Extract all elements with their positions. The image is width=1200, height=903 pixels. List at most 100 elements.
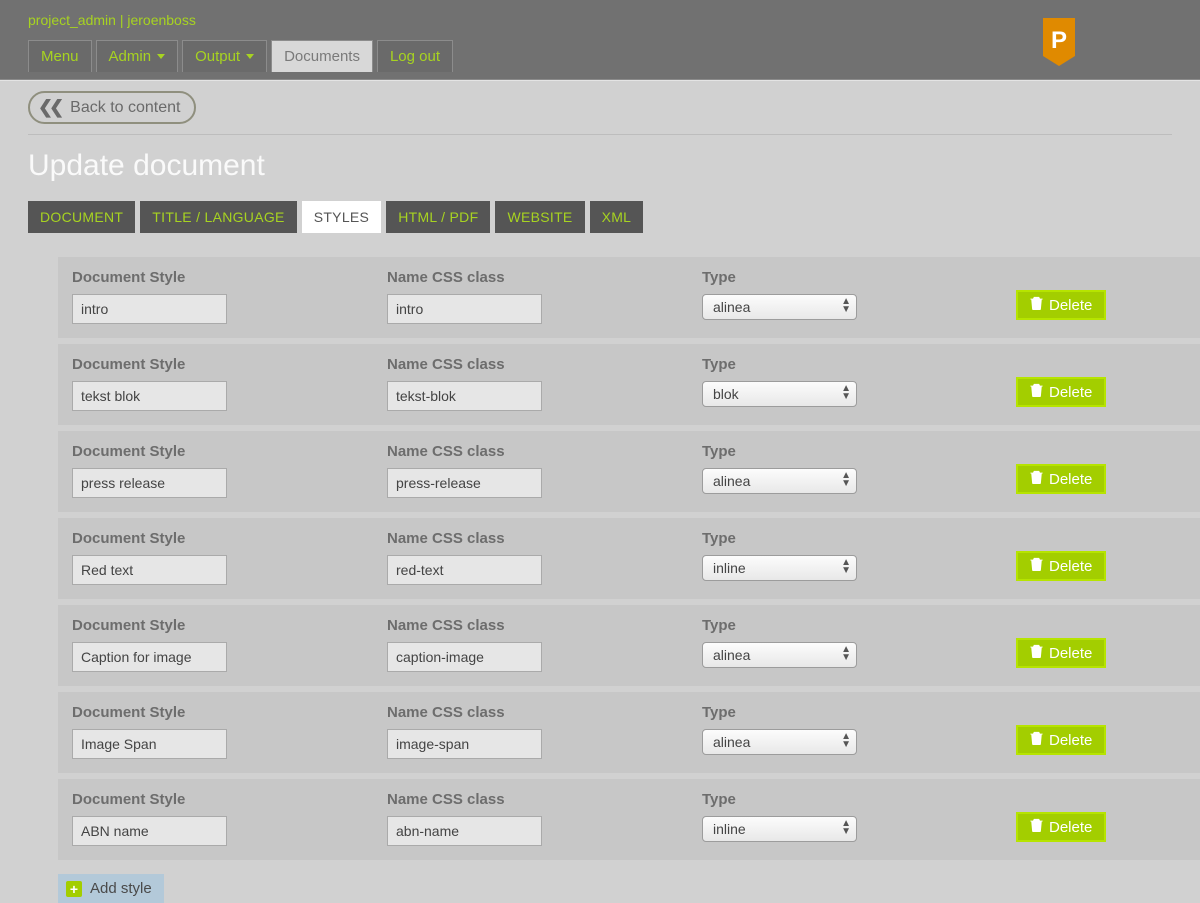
nav-item-menu[interactable]: Menu — [28, 40, 92, 72]
delete-button-label: Delete — [1049, 384, 1092, 401]
type-label: Type — [702, 704, 1017, 721]
document-style-input[interactable] — [72, 642, 227, 672]
nav-item-label: Menu — [41, 48, 79, 65]
css-class-input[interactable] — [387, 294, 542, 324]
document-style-input[interactable] — [72, 381, 227, 411]
document-style-input[interactable] — [72, 555, 227, 585]
plus-icon: + — [66, 881, 82, 897]
document-style-input[interactable] — [72, 816, 227, 846]
style-row: Document StyleName CSS classTypealineabl… — [58, 518, 1200, 599]
css-class-input[interactable] — [387, 381, 542, 411]
tab-document[interactable]: DOCUMENT — [28, 201, 135, 233]
delete-button[interactable]: Delete — [1017, 639, 1105, 667]
svg-text:P: P — [1051, 27, 1067, 54]
trash-icon — [1030, 296, 1043, 314]
delete-button-label: Delete — [1049, 471, 1092, 488]
page-title: Update document — [28, 149, 1172, 183]
nav-item-documents[interactable]: Documents — [271, 40, 373, 72]
style-row: Document StyleName CSS classTypealineabl… — [58, 257, 1200, 338]
trash-icon — [1030, 383, 1043, 401]
delete-button[interactable]: Delete — [1017, 552, 1105, 580]
nav-item-admin[interactable]: Admin — [96, 40, 179, 72]
top-header: project_admin | jeroenboss Menu Admin Outp… — [0, 0, 1200, 80]
nav-item-label: Admin — [109, 48, 152, 65]
nav-item-label: Output — [195, 48, 240, 65]
tab-website[interactable]: WEBSITE — [495, 201, 584, 233]
style-row: Document StyleName CSS classType alineabl… — [58, 344, 1200, 425]
type-label: Type — [702, 791, 1017, 808]
css-class-label: Name CSS class — [387, 269, 702, 286]
document-style-input[interactable] — [72, 294, 227, 324]
type-select[interactable]: alineablokinline — [702, 294, 857, 320]
caret-down-icon — [157, 54, 165, 59]
tab-styles[interactable]: STYLES — [302, 201, 382, 233]
document-style-label: Document Style — [72, 791, 387, 808]
document-style-input[interactable] — [72, 729, 227, 759]
css-class-input[interactable] — [387, 816, 542, 846]
css-class-label: Name CSS class — [387, 356, 702, 373]
add-style-button[interactable]: + Add style — [58, 874, 164, 903]
document-tabs: DOCUMENTTITLE / LANGUAGESTYLESHTML / PDF… — [28, 201, 1172, 233]
type-select[interactable]: alineablokinline — [702, 816, 857, 842]
document-style-label: Document Style — [72, 443, 387, 460]
css-class-label: Name CSS class — [387, 530, 702, 547]
trash-icon — [1030, 818, 1043, 836]
type-select[interactable]: alineablokinline — [702, 555, 857, 581]
css-class-label: Name CSS class — [387, 443, 702, 460]
css-class-input[interactable] — [387, 642, 542, 672]
type-select[interactable]: alineablokinline — [702, 729, 857, 755]
style-row: Document StyleName CSS classType alineabl… — [58, 605, 1200, 686]
type-select[interactable]: alineablokinline — [702, 381, 857, 407]
add-style-label: Add style — [90, 880, 152, 897]
delete-button[interactable]: Delete — [1017, 378, 1105, 406]
nav-item-log-out[interactable]: Log out — [377, 40, 453, 72]
delete-button-label: Delete — [1049, 819, 1092, 836]
tab-html-pdf[interactable]: HTML / PDF — [386, 201, 490, 233]
style-row: Document StyleName CSS classType alineabl… — [58, 431, 1200, 512]
delete-button-label: Delete — [1049, 732, 1092, 749]
delete-button-label: Delete — [1049, 558, 1092, 575]
style-row: Document StyleName CSS classType alineabl… — [58, 692, 1200, 773]
tab-title-language[interactable]: TITLE / LANGUAGE — [140, 201, 296, 233]
nav-item-label: Documents — [284, 48, 360, 65]
back-button-label: Back to content — [70, 99, 180, 117]
trash-icon — [1030, 731, 1043, 749]
delete-button[interactable]: Delete — [1017, 726, 1105, 754]
type-label: Type — [702, 443, 1017, 460]
back-to-content-button[interactable]: ❮❮ Back to content — [28, 91, 196, 124]
user-context: project_admin | jeroenboss — [28, 12, 1172, 28]
style-row: Document StyleName CSS classType alineabl… — [58, 779, 1200, 860]
trash-icon — [1030, 557, 1043, 575]
type-select[interactable]: alineablokinline — [702, 468, 857, 494]
type-label: Type — [702, 617, 1017, 634]
nav-item-label: Log out — [390, 48, 440, 65]
css-class-input[interactable] — [387, 468, 542, 498]
document-style-label: Document Style — [72, 704, 387, 721]
delete-button-label: Delete — [1049, 297, 1092, 314]
css-class-input[interactable] — [387, 555, 542, 585]
type-select[interactable]: alineablokinline — [702, 642, 857, 668]
css-class-label: Name CSS class — [387, 704, 702, 721]
css-class-label: Name CSS class — [387, 617, 702, 634]
css-class-input[interactable] — [387, 729, 542, 759]
document-style-label: Document Style — [72, 356, 387, 373]
trash-icon — [1030, 470, 1043, 488]
delete-button[interactable]: Delete — [1017, 813, 1105, 841]
delete-button[interactable]: Delete — [1017, 291, 1105, 319]
divider — [28, 134, 1172, 135]
nav-item-output[interactable]: Output — [182, 40, 267, 72]
css-class-label: Name CSS class — [387, 791, 702, 808]
document-style-label: Document Style — [72, 617, 387, 634]
caret-down-icon — [246, 54, 254, 59]
tab-xml[interactable]: XML — [590, 201, 644, 233]
delete-button-label: Delete — [1049, 645, 1092, 662]
document-style-input[interactable] — [72, 468, 227, 498]
delete-button[interactable]: Delete — [1017, 465, 1105, 493]
sub-header: ❮❮ Back to content — [0, 80, 1200, 135]
styles-list: Document StyleName CSS classTypealineabl… — [58, 257, 1200, 903]
type-label: Type — [702, 356, 1017, 373]
document-style-label: Document Style — [72, 530, 387, 547]
document-style-label: Document Style — [72, 269, 387, 286]
main-nav: Menu Admin Output Documents Log out — [28, 40, 1172, 72]
chevron-left-double-icon: ❮❮ — [38, 97, 60, 118]
